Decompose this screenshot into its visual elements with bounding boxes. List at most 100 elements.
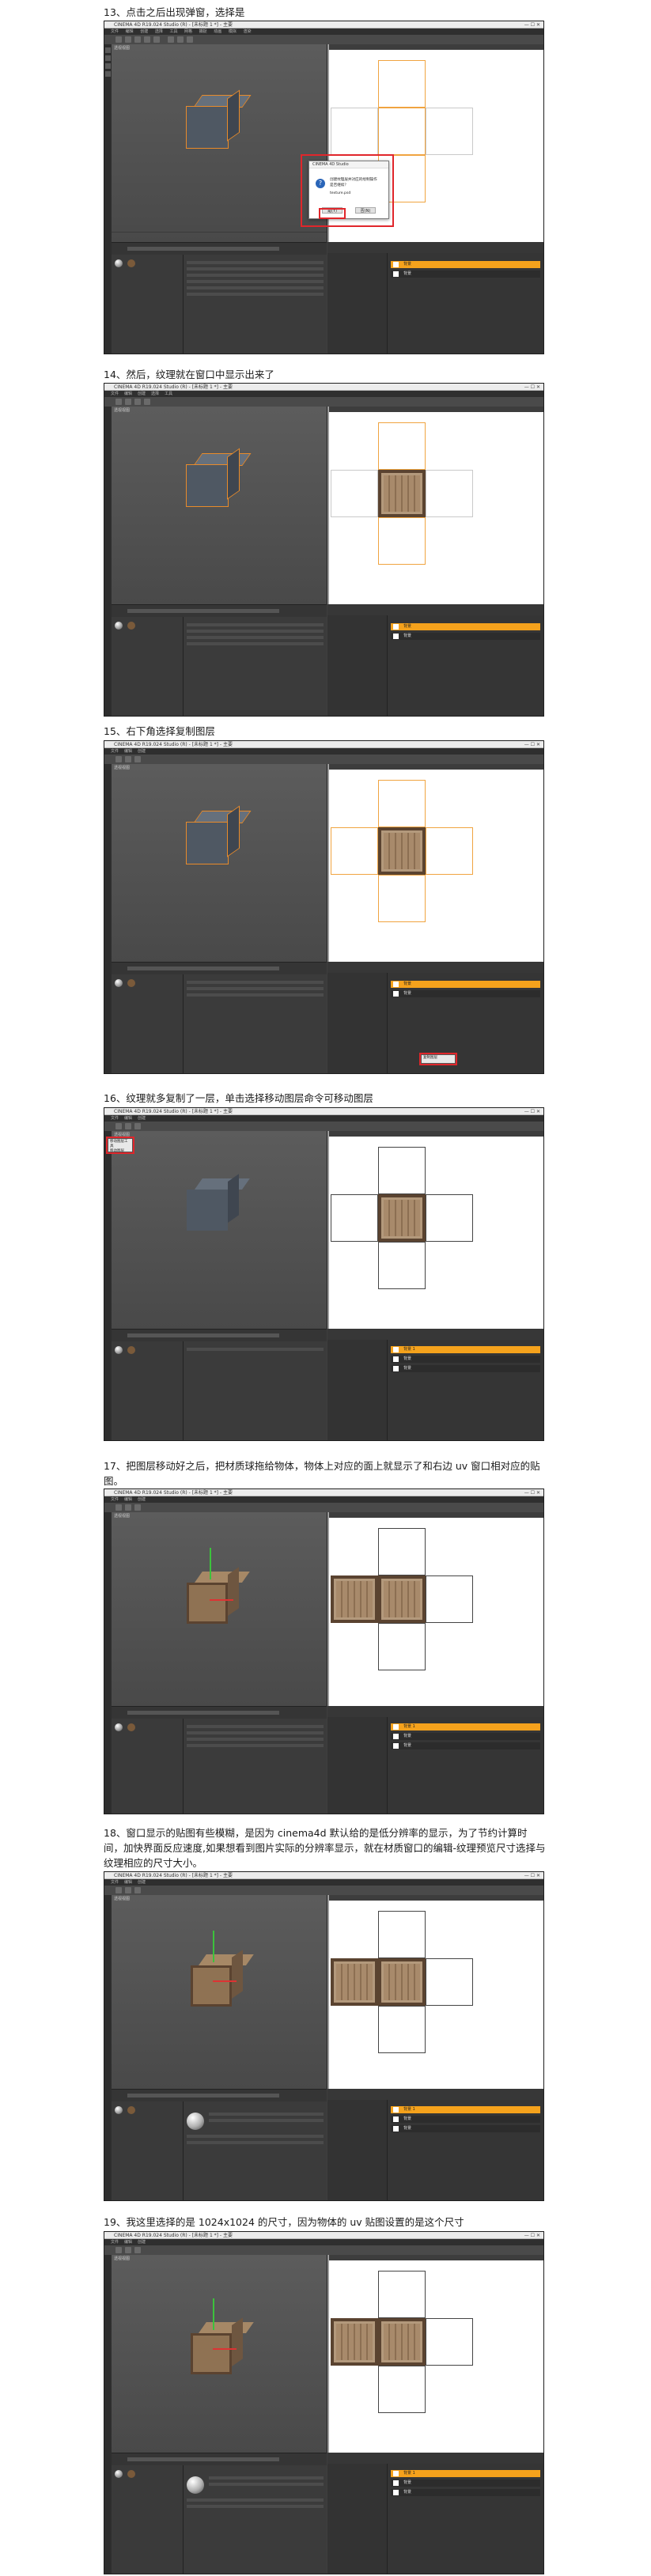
material-preview xyxy=(187,2476,204,2494)
left-tool-strip xyxy=(104,407,112,716)
c4d-screenshot: CINEMA 4D R19.024 Studio (R) - [未标题 1 *]… xyxy=(104,383,544,717)
layer-manager: 背景 1 背景 背景 xyxy=(387,1340,543,1440)
layer-item[interactable]: 背景 xyxy=(391,623,540,630)
menu-select[interactable]: 选择 xyxy=(155,29,163,34)
step-16: 16、纹理就多复制了一层，单击选择移动图层命令可移动图层 CINEMA 4D R… xyxy=(0,1084,651,1447)
highlight-box xyxy=(419,1053,457,1065)
window-controls[interactable]: — ☐ ✕ xyxy=(524,384,540,391)
texture-view[interactable] xyxy=(327,407,543,604)
material-preview xyxy=(187,2113,204,2130)
menu-render[interactable]: 渲染 xyxy=(243,29,251,34)
window-title: CINEMA 4D R19.024 Studio (R) - [未标题 1 *]… xyxy=(114,22,233,28)
crate-object[interactable] xyxy=(191,2317,254,2377)
texture-view[interactable] xyxy=(327,2255,543,2453)
cube-object[interactable] xyxy=(187,1174,250,1234)
y-axis-handle[interactable] xyxy=(213,1931,214,1962)
x-axis-handle[interactable] xyxy=(213,2348,237,2350)
timeline[interactable] xyxy=(112,242,327,255)
timeline[interactable] xyxy=(112,604,327,618)
viewport[interactable]: 透视视图 xyxy=(112,2255,327,2453)
tool-button[interactable] xyxy=(105,71,111,77)
texture-view-header xyxy=(329,44,543,50)
window-controls[interactable]: — ☐ ✕ xyxy=(524,21,540,28)
c4d-screenshot: CINEMA 4D R19.024 Studio (R) - [未标题 1 *]… xyxy=(104,740,544,1074)
step-18: 18、窗口显示的贴图有些模糊，是因为 cinema4d 默认给的是低分辨率的显示… xyxy=(0,1819,651,2215)
c4d-screenshot: CINEMA 4D R19.024 Studio (R) - [未标题 1 *]… xyxy=(104,1107,544,1441)
toolbar-button[interactable] xyxy=(187,36,193,43)
c4d-screenshot: CINEMA 4D R19.024 Studio (R) - [未标题 1 *]… xyxy=(104,2231,544,2574)
uv-texture-face xyxy=(378,470,426,517)
step-19: 19、我这里选择的是 1024x1024 的尺寸，因为物体的 uv 贴图设置的是… xyxy=(0,2215,651,2576)
cube-object[interactable] xyxy=(186,90,251,151)
x-axis-handle[interactable] xyxy=(210,1599,233,1601)
layer-manager: 背景 背景 xyxy=(387,253,543,354)
viewport-label: 透视视图 xyxy=(114,46,131,51)
window-titlebar: CINEMA 4D R19.024 Studio (R) - [未标题 1 *]… xyxy=(104,384,543,391)
x-axis-handle[interactable] xyxy=(213,1980,237,1982)
viewport[interactable]: 透视视图 xyxy=(112,44,327,242)
layer-item[interactable]: 背景 xyxy=(391,261,540,268)
material-ball[interactable] xyxy=(127,259,135,267)
toolbar-button[interactable] xyxy=(134,36,141,43)
layer-manager: 背景 1 背景 背景 xyxy=(387,1717,543,1814)
y-axis-handle[interactable] xyxy=(213,2298,214,2330)
toolbar-button[interactable] xyxy=(144,36,150,43)
viewport[interactable]: 透视视图 xyxy=(112,407,327,604)
viewport[interactable]: 透视视图 xyxy=(112,1512,327,1706)
material-ball[interactable] xyxy=(127,622,135,630)
texture-view[interactable] xyxy=(327,1512,543,1706)
highlight-box xyxy=(319,208,346,219)
toolbar-button[interactable] xyxy=(115,36,122,43)
uv-texture-face xyxy=(378,1958,426,2006)
menu-animate[interactable]: 动画 xyxy=(214,29,221,34)
cube-object[interactable] xyxy=(186,806,251,867)
texture-view[interactable] xyxy=(327,1131,543,1329)
cube-object[interactable] xyxy=(186,448,251,509)
layer-manager: 背景 1 背景 背景 xyxy=(387,2464,543,2574)
layer-manager: 背景 1 背景 背景 xyxy=(387,2100,543,2200)
tool-button[interactable] xyxy=(105,55,111,61)
tool-button[interactable] xyxy=(105,47,111,53)
tool-button[interactable] xyxy=(105,63,111,69)
uv-texture-face xyxy=(378,1575,426,1623)
window-titlebar: CINEMA 4D R19.024 Studio (R) - [未标题 1 *]… xyxy=(104,21,543,28)
menu-create[interactable]: 创建 xyxy=(140,29,148,34)
step-17: 17、把图层移动好之后，把材质球拖给物体，物体上对应的面上就显示了和右边 uv … xyxy=(0,1447,651,1819)
step-caption: 19、我这里选择的是 1024x1024 的尺寸，因为物体的 uv 贴图设置的是… xyxy=(104,2216,464,2228)
menu-tools[interactable]: 工具 xyxy=(169,29,177,34)
step-15: 15、右下角选择复制图层 CINEMA 4D R19.024 Studio (R… xyxy=(0,720,651,1084)
menu-mesh[interactable]: 网格 xyxy=(184,29,192,34)
toolbar-button[interactable] xyxy=(177,36,184,43)
material-manager xyxy=(112,617,184,716)
y-axis-handle[interactable] xyxy=(210,1548,211,1579)
material-editor xyxy=(184,2465,327,2574)
uv-island xyxy=(378,108,426,155)
material-ball[interactable] xyxy=(115,622,123,630)
viewport[interactable]: 透视视图 xyxy=(112,1895,327,2089)
viewport[interactable]: 透视视图 xyxy=(112,764,327,962)
attribute-manager xyxy=(184,255,327,354)
step-13: 13、点击之后出现弹窗，选择是 CINEMA 4D R19.024 Studio… xyxy=(0,0,651,356)
material-ball[interactable] xyxy=(115,259,123,267)
toolbar-button[interactable] xyxy=(168,36,174,43)
menu-snap[interactable]: 捕捉 xyxy=(199,29,207,34)
uv-texture-face xyxy=(331,1575,378,1623)
texture-view[interactable] xyxy=(327,764,543,962)
layer-item[interactable]: 背景 xyxy=(391,270,540,278)
layer-item[interactable]: 背景 xyxy=(391,633,540,640)
crate-object[interactable] xyxy=(191,1950,254,2010)
menubar[interactable]: 文件 编辑 创建 选择 工具 网格 捕捉 动画 模拟 渲染 xyxy=(104,28,543,35)
menu-simulate[interactable]: 模拟 xyxy=(229,29,237,34)
viewport[interactable]: 透视视图 xyxy=(112,1131,327,1329)
menu-file[interactable]: 文件 xyxy=(111,29,119,34)
uv-texture-face xyxy=(331,2318,378,2366)
menubar[interactable]: 文件 编辑 创建 选择 工具 xyxy=(104,391,543,397)
menu-edit[interactable]: 编辑 xyxy=(126,29,134,34)
toolbar-button[interactable] xyxy=(125,36,131,43)
step-caption: 17、把图层移动好之后，把材质球拖给物体，物体上对应的面上就显示了和右边 uv … xyxy=(104,1460,540,1487)
step-caption: 13、点击之后出现弹窗，选择是 xyxy=(104,6,245,18)
texture-view[interactable] xyxy=(327,1895,543,2089)
step-caption: 16、纹理就多复制了一层，单击选择移动图层命令可移动图层 xyxy=(104,1092,373,1104)
layer-name: 背景 xyxy=(403,262,412,267)
toolbar-button[interactable] xyxy=(153,36,160,43)
